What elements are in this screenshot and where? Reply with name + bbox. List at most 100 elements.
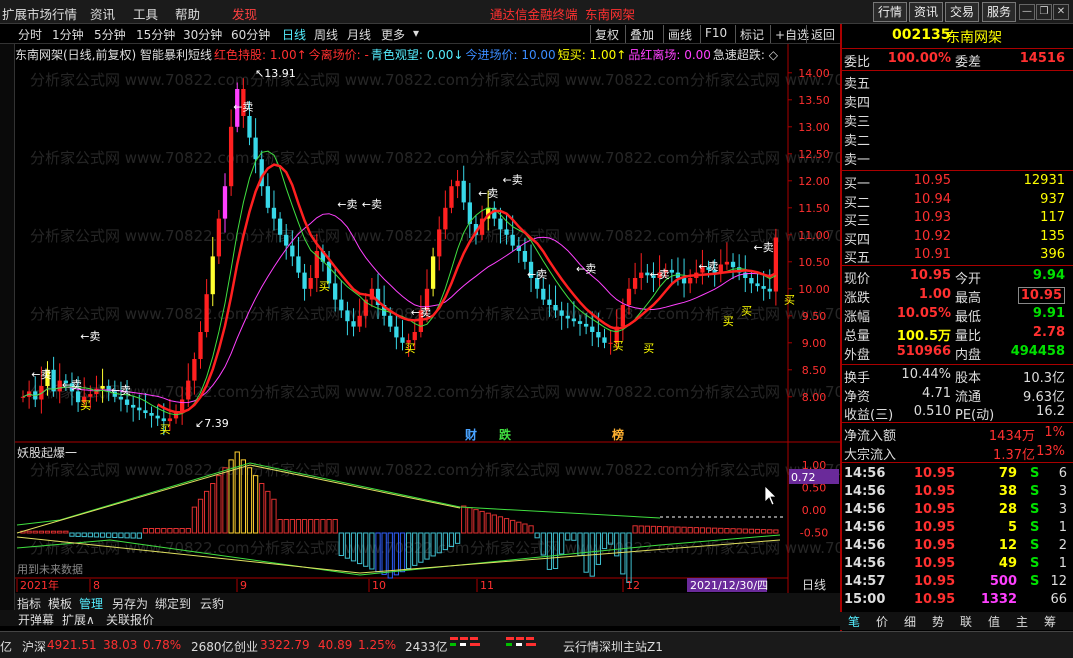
- menu-tools[interactable]: 工具: [133, 4, 158, 23]
- tick-volume: 38: [998, 484, 1017, 499]
- tick-side: S: [1030, 574, 1040, 589]
- tick-time: 14:56: [844, 556, 886, 571]
- buy-level-volume: 117: [1040, 210, 1065, 225]
- index-sh-label[interactable]: 沪深: [22, 638, 46, 655]
- tick-count: 1: [1058, 520, 1067, 535]
- draw-line-button[interactable]: 画线: [663, 25, 696, 43]
- overlay-button[interactable]: 叠加: [625, 25, 658, 43]
- legend-item: 品红离场: 0.00: [628, 48, 711, 62]
- tab-related-quotes[interactable]: 关联报价: [106, 611, 154, 628]
- mark-button[interactable]: 标记: [735, 25, 768, 43]
- kline-chart[interactable]: 分析家公式网 www.70822.com 分析家公式网 www.70822.com…: [0, 44, 840, 604]
- tick-price: 10.95: [914, 502, 956, 517]
- chevron-down-icon[interactable]: ▾: [413, 26, 419, 40]
- news-button[interactable]: 资讯: [909, 2, 944, 22]
- buy-signal-label: 买: [80, 399, 91, 412]
- price-tick-label: 13.50: [798, 94, 830, 107]
- tab-danmaku[interactable]: 开弹幕: [18, 611, 54, 628]
- stat-value: 10.44%: [901, 367, 951, 382]
- stat-label: 涨跌: [844, 291, 871, 306]
- stat-row: 净资 4.71 流通 9.63亿: [842, 386, 1073, 405]
- tick-volume: 1332: [980, 592, 1017, 607]
- period-weekly[interactable]: 周线: [314, 26, 338, 43]
- f10-button[interactable]: F10: [700, 25, 731, 43]
- weibi-label: 委比: [844, 55, 871, 70]
- sell-level-row: 卖三: [842, 111, 1073, 130]
- tab-extend[interactable]: 扩展∧: [62, 611, 95, 628]
- stat-value: 2.78: [1032, 325, 1065, 340]
- buy-level-price: 10.93: [913, 210, 951, 225]
- right-tabs: 笔价细势联值主筹: [840, 612, 1073, 630]
- service-button[interactable]: 服务: [982, 2, 1017, 22]
- stat-value: 16.2: [1036, 404, 1065, 419]
- cursor-date-label: 2021/12/30/四: [690, 579, 768, 592]
- index-sh-change: 38.03: [103, 638, 138, 652]
- market-button[interactable]: 行情: [873, 2, 908, 22]
- index-sh-pct: 0.78%: [143, 638, 182, 652]
- quote-panel: 002135 东南网架 委比 100.00% 委差 14516 卖五 卖四 卖三 卖二…: [840, 24, 1073, 634]
- buy-level-row: 买五 10.91 396: [842, 247, 1073, 266]
- index-cy-label[interactable]: 创业: [234, 638, 258, 655]
- period-1min[interactable]: 1分钟: [52, 26, 84, 43]
- buy-level-price: 10.95: [913, 173, 951, 188]
- restore-icon[interactable]: ❐: [1036, 4, 1052, 20]
- flow-pct: 1%: [1044, 425, 1065, 440]
- buy-signal-label: 买: [613, 339, 624, 352]
- buy-level-row: 买一 10.95 12931: [842, 173, 1073, 192]
- trade-button[interactable]: 交易: [945, 2, 980, 22]
- index-sh-amount: 2680亿: [191, 640, 234, 654]
- legend-item: 青色观望: 0.00↓: [370, 48, 464, 62]
- right-tab[interactable]: 筹: [1044, 613, 1056, 630]
- date-tick-label: 10: [372, 579, 386, 592]
- sell-level-label: 卖三: [844, 115, 871, 130]
- flow-value: 1434万: [988, 429, 1035, 444]
- app-title: 通达信金融终端: [490, 7, 578, 22]
- period-intraday[interactable]: 分时: [18, 26, 42, 43]
- sell-signal-label: ←卖: [62, 379, 82, 392]
- period-daily[interactable]: 日线: [282, 26, 306, 43]
- candlesticks: [20, 78, 779, 436]
- close-icon[interactable]: ✕: [1053, 4, 1069, 20]
- watermark-text: 分析家公式网 www.70822.com: [30, 71, 250, 89]
- tick-count: 6: [1058, 466, 1067, 481]
- right-tab[interactable]: 势: [932, 613, 944, 630]
- right-tab[interactable]: 值: [988, 613, 1000, 630]
- menu-discover[interactable]: 发现: [232, 4, 257, 23]
- stat-row: 涨幅 10.05% 最低 9.91: [842, 306, 1073, 325]
- stat-row: 总量 100.5万 量比 2.78: [842, 325, 1073, 344]
- indicator-tick-label: -0.50: [800, 527, 828, 540]
- tick-row: 14:56 10.95 5 S 1: [842, 520, 1073, 538]
- price-tick-label: 12.50: [798, 148, 830, 161]
- period-5min[interactable]: 5分钟: [94, 26, 126, 43]
- menu-help[interactable]: 帮助: [175, 4, 200, 23]
- period-60min[interactable]: 60分钟: [231, 26, 270, 43]
- back-button[interactable]: 返回: [806, 25, 839, 43]
- weicha-label: 委差: [955, 55, 982, 70]
- tick-row: 14:56 10.95 38 S 3: [842, 484, 1073, 502]
- menu-news[interactable]: 资讯: [90, 4, 115, 23]
- tick-time: 14:56: [844, 520, 886, 535]
- menu-extended-market[interactable]: 扩展市场行情: [2, 4, 77, 23]
- restore-rights-button[interactable]: 复权: [590, 25, 623, 43]
- tick-volume: 500: [989, 574, 1017, 589]
- tick-price: 10.95: [914, 592, 956, 607]
- legend-item: 短买: 1.00↑: [557, 48, 627, 62]
- period-monthly[interactable]: 月线: [347, 26, 371, 43]
- right-tab[interactable]: 笔: [848, 613, 860, 630]
- right-tab[interactable]: 细: [904, 613, 916, 630]
- period-30min[interactable]: 30分钟: [183, 26, 222, 43]
- indicator-legend: 东南网架(日线,前复权) 智能暴利短线 红色持股: 1.00↑ 今离场价: - 青色观…: [15, 46, 780, 62]
- period-15min[interactable]: 15分钟: [136, 26, 175, 43]
- minimize-icon[interactable]: —: [1019, 4, 1035, 20]
- buy-level-row: 买二 10.94 937: [842, 192, 1073, 211]
- period-more[interactable]: 更多: [381, 26, 405, 43]
- indicator-tabs: 指标 模板 管理 另存为 绑定到 云豹: [15, 593, 840, 611]
- right-tab[interactable]: 主: [1016, 613, 1028, 630]
- date-tick-label: 8: [93, 579, 100, 592]
- right-tab[interactable]: 联: [960, 613, 972, 630]
- sell-level-row: 卖一: [842, 149, 1073, 168]
- tick-volume: 5: [1007, 520, 1017, 535]
- sell-signal-label: ←卖: [649, 268, 669, 281]
- stat-label: 最低: [955, 310, 982, 325]
- right-tab[interactable]: 价: [876, 613, 888, 630]
